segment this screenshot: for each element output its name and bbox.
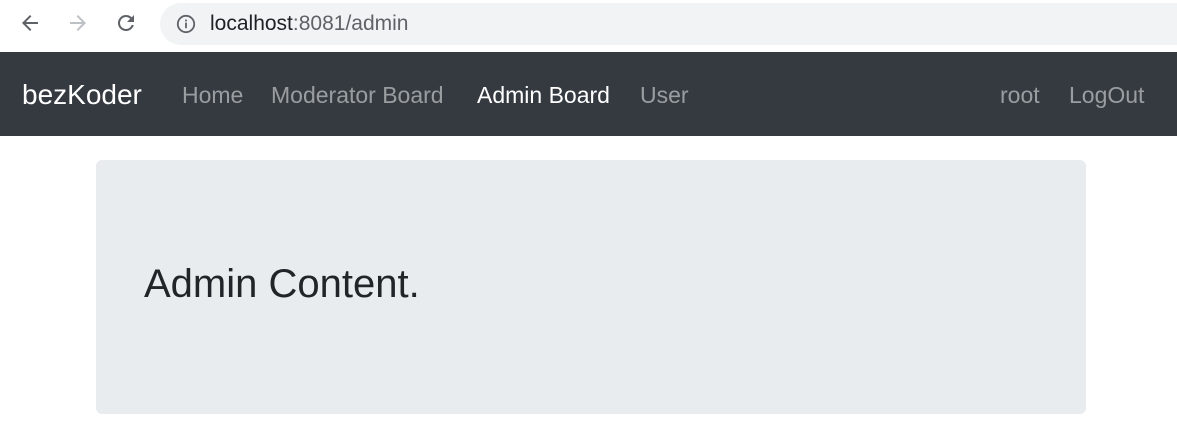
nav-link-logout[interactable]: LogOut (1069, 81, 1144, 109)
content-jumbotron: Admin Content. (96, 160, 1086, 414)
nav-link-home[interactable]: Home (182, 81, 243, 109)
address-bar[interactable]: localhost:8081/admin (160, 3, 1177, 45)
reload-icon (117, 14, 134, 31)
forward-button[interactable] (64, 9, 92, 37)
nav-link-moderator-board[interactable]: Moderator Board (271, 81, 444, 109)
nav-link-user[interactable]: User (640, 81, 689, 109)
url-host: localhost (210, 12, 293, 35)
arrow-left-icon (22, 15, 38, 31)
reload-button[interactable] (112, 9, 140, 37)
nav-link-profile[interactable]: root (1000, 81, 1040, 109)
page-heading: Admin Content. (144, 262, 420, 306)
nav-link-admin-board[interactable]: Admin Board (477, 81, 610, 109)
brand-link[interactable]: bezKoder (22, 78, 142, 112)
browser-toolbar: localhost:8081/admin (0, 0, 1177, 52)
arrow-right-icon (70, 15, 86, 31)
navbar: bezKoder Home Moderator Board Admin Boar… (0, 52, 1177, 136)
back-button[interactable] (16, 9, 44, 37)
url-path: :8081/admin (292, 12, 409, 35)
info-icon[interactable] (176, 14, 196, 34)
url-text[interactable]: localhost:8081/admin (210, 13, 408, 35)
